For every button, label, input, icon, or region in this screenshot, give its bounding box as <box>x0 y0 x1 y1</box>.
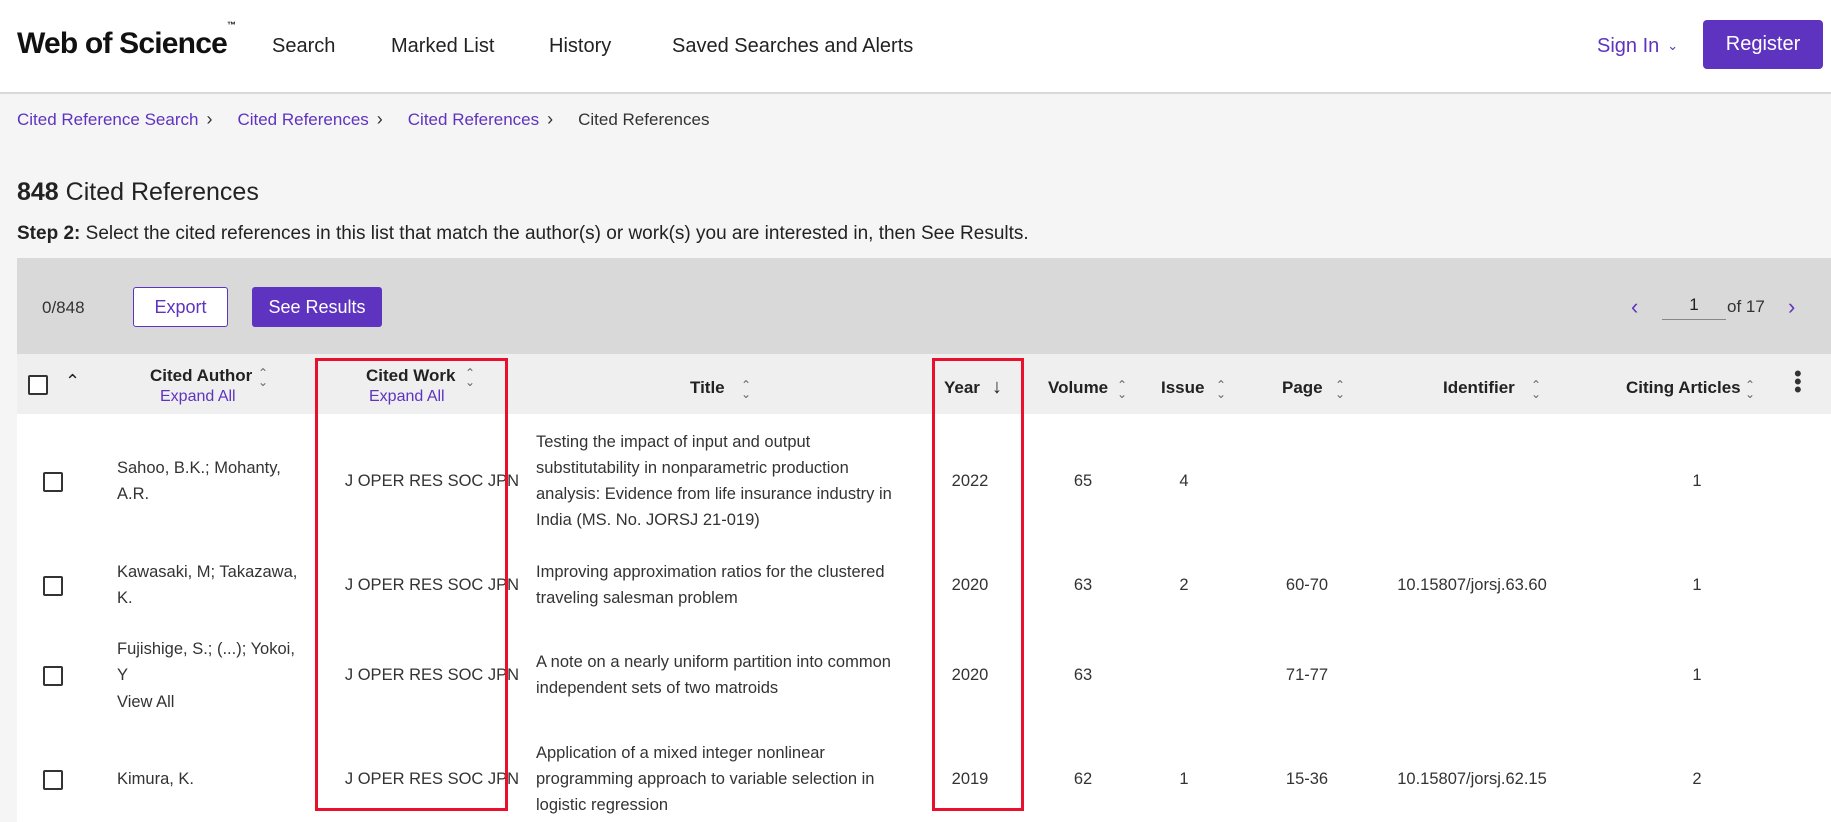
result-label: Cited References <box>65 178 259 206</box>
breadcrumb-cited-reference-search[interactable]: Cited Reference Search <box>17 110 198 130</box>
select-all-checkbox[interactable] <box>28 375 48 395</box>
citing-articles-link[interactable]: 1 <box>1677 572 1717 598</box>
title-cell: A note on a nearly uniform partition int… <box>536 653 891 697</box>
result-count: 848 <box>17 178 59 206</box>
sort-icon[interactable]: ⌃ ⌄ <box>1531 379 1541 400</box>
title-cell: Application of a mixed integer nonlinear… <box>536 744 875 814</box>
cited-work-highlight <box>315 358 508 811</box>
col-issue[interactable]: Issue <box>1161 378 1204 398</box>
chevron-right-icon: › <box>206 109 213 129</box>
row-checkbox[interactable] <box>43 472 63 492</box>
volume-cell: 63 <box>1073 666 1093 684</box>
chevron-left-icon[interactable]: ‹ <box>1631 294 1638 320</box>
column-header-row: ⌃ Cited Author ⌃ ⌄ Expand All Cited Work … <box>17 354 1831 414</box>
chevron-right-icon: › <box>376 109 383 129</box>
page-cell: 71-77 <box>1285 666 1329 684</box>
identifier-link[interactable]: 10.15807/jorsj.62.15 <box>1387 766 1557 792</box>
chevron-right-icon: › <box>547 109 554 129</box>
step-label: Step 2: <box>17 223 81 244</box>
cited-author-cell: Kawasaki, M; Takazawa, K. <box>117 563 298 607</box>
cited-author-cell: Kimura, K. <box>117 770 195 788</box>
see-results-button[interactable]: See Results <box>252 287 382 327</box>
volume-cell: 63 <box>1073 576 1093 594</box>
breadcrumb-cited-references-1[interactable]: Cited References <box>237 110 368 130</box>
sort-icon[interactable]: ⌃ ⌄ <box>1117 379 1127 400</box>
citing-articles-link[interactable]: 1 <box>1677 662 1717 688</box>
col-page[interactable]: Page <box>1282 378 1323 398</box>
selected-count: 0/848 <box>42 298 85 317</box>
top-header: Web of Science™ Search Marked List Histo… <box>0 0 1831 94</box>
step-text: Select the cited references in this list… <box>85 223 1029 244</box>
issue-cell: 2 <box>1179 576 1189 594</box>
sign-in-label: Sign In <box>1597 35 1660 57</box>
citing-articles-link[interactable]: 2 <box>1677 766 1717 792</box>
sort-icon[interactable]: ⌃ ⌄ <box>1216 379 1226 400</box>
step-instructions: Step 2: Select the cited references in t… <box>17 223 1029 245</box>
page-cell: 60-70 <box>1285 576 1329 594</box>
page-cell: 15-36 <box>1285 770 1329 788</box>
cited-author-cell: Fujishige, S.; (...); Yokoi, Y <box>117 640 295 684</box>
row-checkbox[interactable] <box>43 576 63 596</box>
volume-cell: 62 <box>1073 770 1093 788</box>
chevron-down-icon: ⌄ <box>1667 38 1679 53</box>
sort-icon[interactable]: ⌃ ⌄ <box>1745 379 1755 400</box>
row-checkbox[interactable] <box>43 770 63 790</box>
title-cell: Improving approximation ratios for the c… <box>536 563 885 607</box>
nav-search[interactable]: Search <box>272 35 335 58</box>
col-citing-articles[interactable]: Citing Articles <box>1626 378 1741 398</box>
col-volume[interactable]: Volume <box>1048 378 1108 398</box>
title-cell: Testing the impact of input and output s… <box>536 433 892 529</box>
row-checkbox[interactable] <box>43 666 63 686</box>
citing-articles-link[interactable]: 1 <box>1677 468 1717 494</box>
page-number-input[interactable] <box>1662 290 1726 320</box>
sort-icon[interactable]: ⌃ ⌄ <box>258 367 268 388</box>
more-options-icon[interactable]: • • • <box>1794 363 1802 401</box>
cited-author-expand-all[interactable]: Expand All <box>160 388 236 406</box>
chevron-right-icon[interactable]: › <box>1788 294 1795 320</box>
issue-cell: 1 <box>1179 770 1189 788</box>
export-button[interactable]: Export <box>133 287 228 327</box>
logo-text: Web of Science <box>17 27 228 60</box>
chevron-up-icon[interactable]: ⌃ <box>65 371 80 392</box>
register-button[interactable]: Register <box>1703 20 1823 69</box>
sign-in-menu[interactable]: Sign In ⌄ <box>1597 35 1678 58</box>
nav-marked-list[interactable]: Marked List <box>391 35 494 58</box>
nav-history[interactable]: History <box>549 35 611 58</box>
web-of-science-logo[interactable]: Web of Science™ <box>17 20 236 61</box>
col-cited-author[interactable]: Cited Author <box>150 366 252 386</box>
sort-icon[interactable]: ⌃ ⌄ <box>1335 379 1345 400</box>
logo-trademark: ™ <box>226 20 236 30</box>
page-total: of 17 <box>1727 297 1765 316</box>
breadcrumb-cited-references-2[interactable]: Cited References <box>408 110 539 130</box>
volume-cell: 65 <box>1073 472 1093 490</box>
col-title[interactable]: Title <box>690 378 725 398</box>
results-toolbar: 0/848 Export See Results ‹ of 17 › <box>17 258 1831 354</box>
col-identifier[interactable]: Identifier <box>1443 378 1515 398</box>
breadcrumb: Cited Reference Search › Cited Reference… <box>17 109 709 130</box>
page-title: 848 Cited References <box>17 178 259 207</box>
cited-author-cell: Sahoo, B.K.; Mohanty, A.R. <box>117 459 281 503</box>
breadcrumb-current: Cited References <box>578 109 710 129</box>
year-highlight <box>932 358 1024 811</box>
sort-icon[interactable]: ⌃ ⌄ <box>741 379 751 400</box>
results-panel: 0/848 Export See Results ‹ of 17 › ⌃ Cit… <box>17 258 1831 822</box>
issue-cell: 4 <box>1179 472 1189 490</box>
identifier-link[interactable]: 10.15807/jorsj.63.60 <box>1387 572 1557 598</box>
view-all-link[interactable]: View All <box>117 689 174 715</box>
nav-saved-searches-alerts[interactable]: Saved Searches and Alerts <box>672 35 913 58</box>
